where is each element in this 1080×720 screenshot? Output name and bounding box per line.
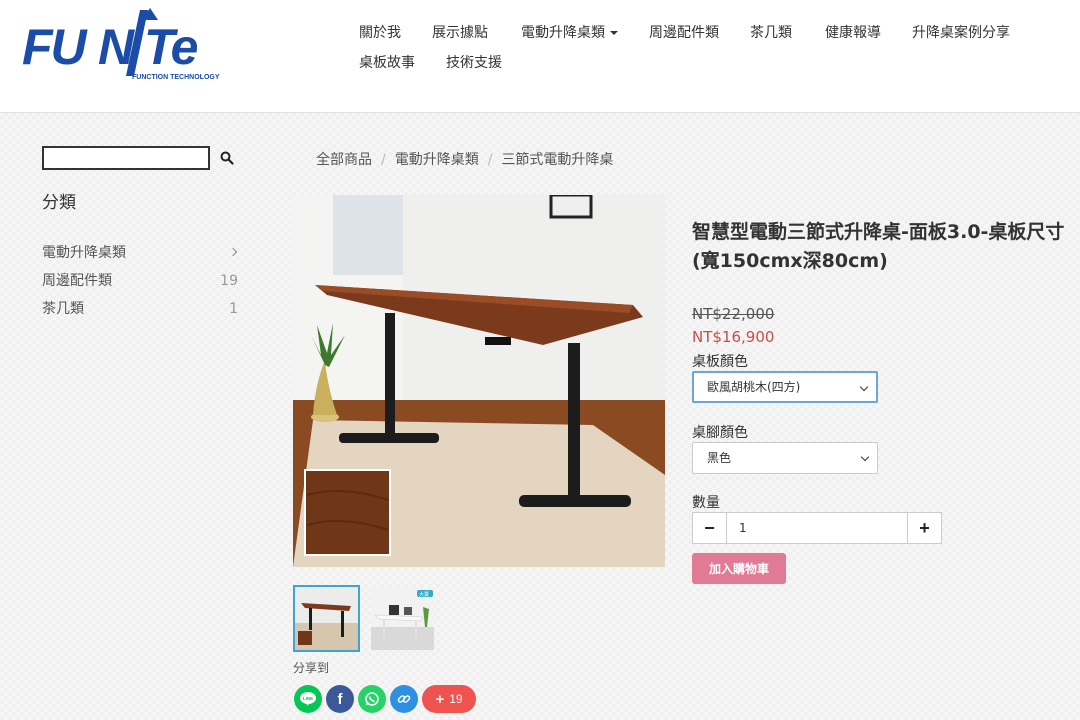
share-whatsapp-button[interactable] [358, 685, 386, 713]
share-copy-link-button[interactable] [390, 685, 418, 713]
leg-color-value: 黑色 [707, 451, 732, 465]
product-thumbnail-white-desk[interactable]: 大賣 [369, 585, 436, 652]
category-count: 19 [220, 273, 238, 289]
nav-item-case-studies[interactable]: 升降桌案例分享 [912, 19, 1010, 45]
share-facebook-button[interactable]: f [326, 685, 354, 713]
link-icon [397, 695, 411, 703]
original-price: NT$22,000 [692, 305, 775, 323]
category-label: 茶几類 [42, 301, 84, 317]
nav-item-showroom[interactable]: 展示據點 [432, 19, 488, 45]
whatsapp-icon [365, 692, 379, 706]
svg-text:Te: Te [144, 19, 198, 75]
category-item-coffee-tables[interactable]: 茶几類 1 [42, 298, 238, 326]
share-label: 分享到 [293, 661, 330, 675]
nav-item-board-story[interactable]: 桌板故事 [359, 49, 415, 75]
breadcrumb: 全部商品 / 電動升降桌類 / 三節式電動升降桌 [316, 149, 613, 169]
breadcrumb-separator: / [381, 152, 386, 168]
brand-logo[interactable]: FU N Te FUNCTION TECHNOLOGY [22, 6, 246, 82]
plus-icon: + [919, 517, 930, 538]
category-item-accessories[interactable]: 周邊配件類 19 [42, 270, 238, 298]
leg-color-label: 桌腳顏色 [692, 425, 748, 441]
breadcrumb-all-products[interactable]: 全部商品 [316, 152, 372, 168]
line-icon: LINE [300, 692, 316, 706]
board-color-label: 桌板顏色 [692, 354, 748, 370]
facebook-icon: f [337, 690, 343, 708]
breadcrumb-separator: / [487, 152, 493, 168]
caret-down-icon [610, 31, 618, 35]
minus-icon: − [704, 517, 715, 538]
thumbnail-badge: 大賣 [419, 591, 429, 598]
quantity-label: 數量 [692, 495, 720, 511]
quantity-decrease-button[interactable]: − [693, 513, 727, 543]
quantity-increase-button[interactable]: + [907, 513, 941, 543]
product-thumbnail-walnut[interactable] [293, 585, 360, 652]
chevron-down-icon [859, 382, 869, 392]
breadcrumb-standing-desks[interactable]: 電動升降桌類 [395, 152, 479, 168]
nav-item-standing-desks[interactable]: 電動升降桌類 [521, 19, 618, 45]
category-item-standing-desks[interactable]: 電動升降桌類 [42, 242, 238, 270]
category-list: 電動升降桌類 周邊配件類 19 茶几類 1 [42, 242, 238, 326]
share-line-button[interactable]: LINE [294, 685, 322, 713]
nav-item-tech-support[interactable]: 技術支援 [446, 49, 502, 75]
board-color-select[interactable]: 歐風胡桃木(四方) [692, 371, 878, 403]
category-count: 1 [229, 301, 238, 317]
product-main-image[interactable] [293, 195, 665, 567]
plus-icon: + [435, 690, 445, 708]
breadcrumb-three-stage-desks[interactable]: 三節式電動升降桌 [501, 152, 613, 168]
leg-color-select[interactable]: 黑色 [692, 442, 878, 474]
quantity-input[interactable] [727, 513, 907, 543]
category-label: 電動升降桌類 [42, 245, 126, 261]
svg-text:LINE: LINE [303, 696, 313, 701]
nav-item-accessories[interactable]: 周邊配件類 [649, 19, 719, 45]
site-header: FU N Te FUNCTION TECHNOLOGY 關於我 展示據點 電動升… [0, 0, 1080, 113]
nav-item-health-reports[interactable]: 健康報導 [825, 19, 881, 45]
chevron-down-icon [860, 452, 870, 462]
share-more-button[interactable]: +19 [422, 685, 476, 713]
chevron-right-icon [228, 247, 238, 257]
quantity-stepper: − + [692, 512, 942, 544]
svg-text:FU: FU [22, 19, 89, 75]
category-label: 周邊配件類 [42, 273, 112, 289]
search-icon[interactable] [220, 150, 236, 166]
board-color-value: 歐風胡桃木(四方) [707, 380, 801, 394]
sale-price: NT$16,900 [692, 328, 775, 346]
brand-tagline: FUNCTION TECHNOLOGY [132, 74, 220, 81]
search-input[interactable] [42, 146, 210, 170]
share-count: 19 [449, 692, 463, 706]
category-heading: 分類 [42, 193, 76, 213]
product-title: 智慧型電動三節式升降桌-面板3.0-桌板尺寸 (寬150cmx深80cm) [692, 221, 1065, 272]
nav-item-coffee-tables[interactable]: 茶几類 [750, 19, 792, 45]
nav-item-about[interactable]: 關於我 [359, 19, 401, 45]
add-to-cart-button[interactable]: 加入購物車 [692, 553, 786, 584]
